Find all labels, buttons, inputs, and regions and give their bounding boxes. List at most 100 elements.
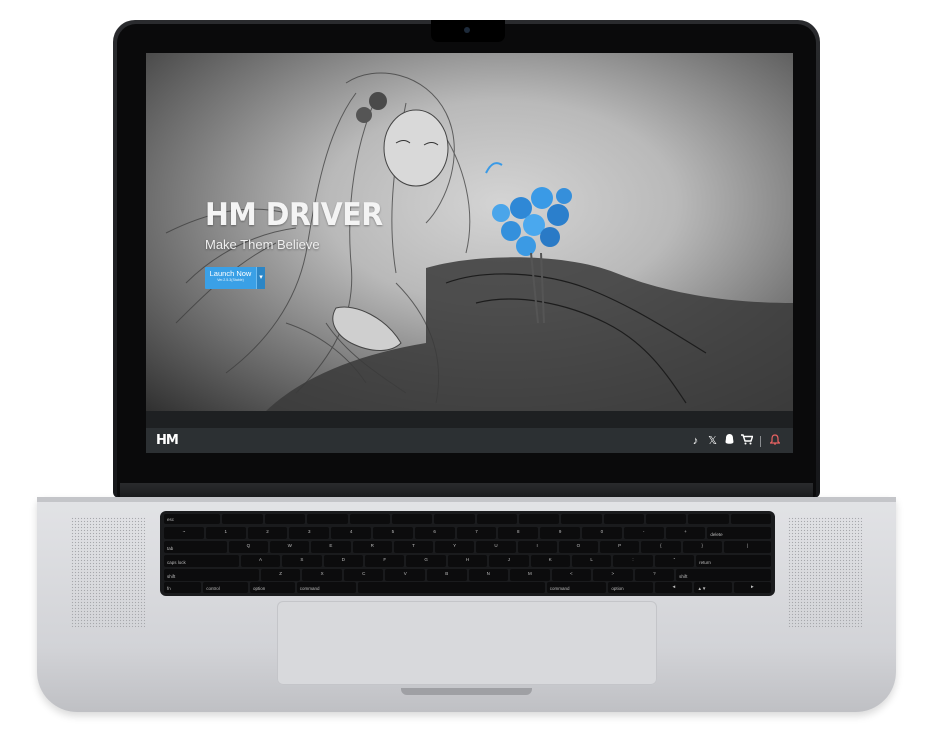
keyboard-key[interactable] xyxy=(349,514,390,524)
cart-icon[interactable] xyxy=(738,434,755,449)
keyboard-key[interactable]: J xyxy=(489,555,529,567)
keyboard-key[interactable]: | xyxy=(723,541,771,553)
keyboard-key[interactable]: C xyxy=(343,569,384,581)
keyboard-key[interactable]: X xyxy=(302,569,342,581)
keyboard-key[interactable]: caps lock xyxy=(164,555,239,567)
chevron-down-icon: ▾ xyxy=(259,274,263,281)
keyboard-key[interactable] xyxy=(476,514,517,524)
tiktok-icon[interactable]: ♪ xyxy=(687,435,704,448)
keyboard-key[interactable]: F xyxy=(365,555,405,567)
launch-button-group: Launch Now Ver.2.5.3(Stable) ▾ xyxy=(205,267,265,289)
keyboard-row: shift Z X C V B N M < >? shift xyxy=(164,569,772,581)
keyboard-key[interactable]: 6 xyxy=(414,527,455,539)
keyboard-key[interactable]: T xyxy=(393,541,434,553)
keyboard-key[interactable] xyxy=(222,514,263,524)
x-icon[interactable]: 𝕏 xyxy=(704,435,721,448)
keyboard-row: tab Q W E R T Y U I O P{} | xyxy=(164,541,771,553)
bottom-bar: HM ♪ 𝕏 xyxy=(146,428,793,453)
keyboard-key[interactable]: ~ xyxy=(164,527,204,539)
keyboard-row: caps lock A S D F G H J K L: " return xyxy=(164,555,771,567)
version-dropdown-button[interactable]: ▾ xyxy=(256,267,265,289)
keyboard-key[interactable]: ▲▼ xyxy=(694,582,732,593)
keyboard-key[interactable]: E xyxy=(311,541,351,553)
keyboard-key[interactable]: option xyxy=(250,582,295,593)
keyboard-key[interactable]: G xyxy=(406,555,446,567)
keyboard-key[interactable]: ? xyxy=(634,569,675,581)
keyboard-key[interactable]: M xyxy=(510,569,550,581)
keyboard-key[interactable]: tab xyxy=(164,541,227,553)
keyboard-key[interactable]: esc xyxy=(164,514,221,524)
keyboard-key[interactable]: - xyxy=(623,527,664,539)
keyboard-key[interactable]: Y xyxy=(435,541,475,553)
keyboard-key[interactable]: L xyxy=(571,555,612,567)
keyboard-row: esc xyxy=(164,514,771,524)
base-lip xyxy=(37,497,896,502)
keyboard-key[interactable]: { xyxy=(641,541,681,553)
right-speaker-grille xyxy=(788,517,862,627)
keyboard-key[interactable]: shift xyxy=(676,569,772,581)
keyboard-key[interactable]: B xyxy=(426,569,467,581)
keyboard-key[interactable] xyxy=(434,514,475,524)
keyboard-key[interactable] xyxy=(730,514,771,524)
keyboard-key[interactable] xyxy=(603,514,644,524)
keyboard-key[interactable]: shift xyxy=(164,569,259,581)
keyboard-key[interactable] xyxy=(391,514,433,524)
keyboard-key[interactable] xyxy=(358,582,545,593)
keyboard-key[interactable] xyxy=(518,514,560,524)
keyboard-key[interactable]: command xyxy=(296,582,357,593)
launch-now-button[interactable]: Launch Now Ver.2.5.3(Stable) xyxy=(205,267,256,289)
keyboard-key[interactable]: S xyxy=(282,555,322,567)
keyboard-key[interactable]: ◄ xyxy=(655,582,693,593)
keyboard-key[interactable]: } xyxy=(682,541,722,553)
keyboard-key[interactable]: delete xyxy=(707,527,772,539)
keyboard-key[interactable]: > xyxy=(593,569,633,581)
keyboard-key[interactable]: control xyxy=(203,582,249,593)
qq-icon[interactable] xyxy=(721,434,738,449)
keyboard-key[interactable]: " xyxy=(654,555,695,567)
app-window: HM DRIVER Make Them Believe Launch Now V… xyxy=(146,53,793,453)
keyboard-key[interactable]: command xyxy=(546,582,607,593)
keyboard-key[interactable]: + xyxy=(665,527,706,539)
keyboard-key[interactable]: 5 xyxy=(372,527,413,539)
keyboard-key[interactable]: K xyxy=(530,555,570,567)
camera-icon xyxy=(464,27,470,33)
trackpad[interactable] xyxy=(277,601,657,685)
keyboard-key[interactable]: 2 xyxy=(247,527,288,539)
keyboard-key[interactable]: 1 xyxy=(205,527,246,539)
keyboard-key[interactable]: P xyxy=(600,541,640,553)
keyboard-key[interactable]: ► xyxy=(733,582,771,593)
bell-icon[interactable] xyxy=(766,434,783,449)
keyboard-key[interactable]: N xyxy=(468,569,509,581)
app-logo: HM xyxy=(156,433,179,448)
keyboard-key[interactable]: 7 xyxy=(456,527,497,539)
keyboard-key[interactable] xyxy=(688,514,729,524)
keyboard-key[interactable]: 0 xyxy=(581,527,622,539)
keyboard-key[interactable]: I xyxy=(517,541,557,553)
keyboard-key[interactable]: H xyxy=(447,555,488,567)
keyboard-key[interactable] xyxy=(645,514,687,524)
keyboard-key[interactable]: 3 xyxy=(289,527,330,539)
keyboard-key[interactable]: W xyxy=(270,541,310,553)
keyboard-key[interactable]: U xyxy=(476,541,516,553)
keyboard-key[interactable] xyxy=(264,514,306,524)
keyboard-key[interactable]: A xyxy=(240,555,281,567)
hero-banner: HM DRIVER Make Them Believe Launch Now V… xyxy=(146,53,793,411)
keyboard-key[interactable]: option xyxy=(608,582,654,593)
keyboard-key[interactable]: 9 xyxy=(540,527,580,539)
keyboard-key[interactable]: Z xyxy=(260,569,301,581)
keyboard-key[interactable]: V xyxy=(385,569,425,581)
keyboard-key[interactable]: 8 xyxy=(498,527,539,539)
keyboard-key[interactable]: 4 xyxy=(331,527,371,539)
keyboard-key[interactable] xyxy=(307,514,348,524)
keyboard-key[interactable]: : xyxy=(613,555,653,567)
keyboard-key[interactable]: R xyxy=(352,541,392,553)
keyboard-key[interactable] xyxy=(561,514,602,524)
keyboard-key[interactable]: O xyxy=(558,541,599,553)
keyboard-key[interactable]: < xyxy=(551,569,592,581)
launch-label: Launch Now xyxy=(209,269,252,278)
keyboard-key[interactable]: Q xyxy=(228,541,269,553)
keyboard-key[interactable]: D xyxy=(323,555,364,567)
launch-version: Ver.2.5.3(Stable) xyxy=(217,278,244,282)
keyboard-key[interactable]: return xyxy=(696,555,771,567)
keyboard-key[interactable]: fn xyxy=(164,582,202,593)
